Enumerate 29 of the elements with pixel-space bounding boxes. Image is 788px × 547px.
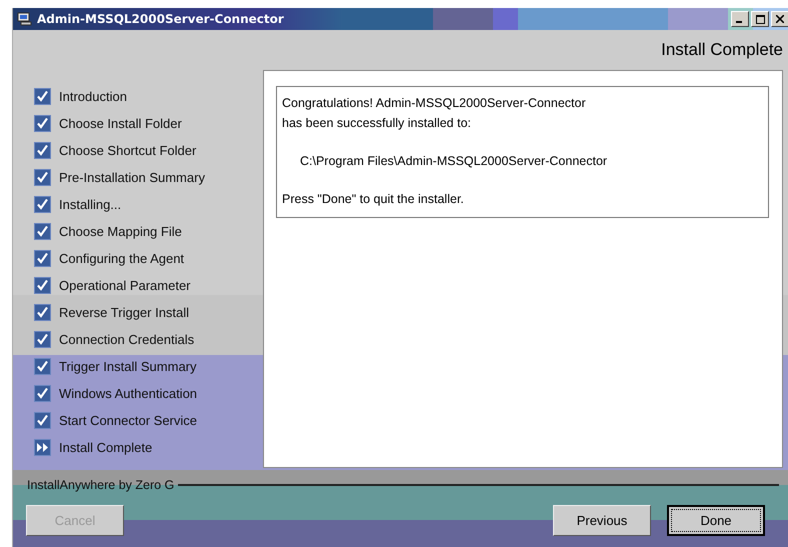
step-label: Connection Credentials (59, 332, 194, 347)
page-title: Install Complete (661, 40, 783, 60)
step-label: Operational Parameter (59, 278, 191, 293)
step-label: Introduction (59, 89, 127, 104)
step-label: Pre-Installation Summary (59, 170, 205, 185)
close-icon (776, 15, 784, 23)
message-text: Press "Done" to quit the installer. (282, 191, 465, 208)
maximize-icon (756, 14, 764, 24)
step-label: Trigger Install Summary (59, 359, 196, 374)
close-button[interactable] (771, 11, 788, 27)
step-label: Choose Mapping File (59, 224, 182, 239)
window-title: Admin-MSSQL2000Server-Connector (37, 12, 285, 26)
minimize-button[interactable] (731, 11, 749, 27)
step-label: Start Connector Service (59, 413, 198, 428)
step-label: Install Complete (59, 440, 152, 455)
wizard-button[interactable]: Previous (553, 505, 651, 536)
computer-icon (17, 12, 33, 26)
step-label: Choose Shortcut Folder (59, 143, 196, 158)
step-label: Installing... (59, 197, 122, 212)
step-label: Choose Install Folder (59, 116, 182, 131)
wizard-button[interactable]: Done (667, 505, 765, 536)
vendor-label: InstallAnywhere by Zero G (27, 478, 174, 492)
message-text: has been successfully installed to: (282, 115, 472, 132)
step-label: Windows Authentication (59, 386, 198, 401)
step-label: Configuring the Agent (59, 251, 184, 266)
step-label: Reverse Trigger Install (59, 305, 190, 320)
message-text: C:\Program Files\Admin-MSSQL2000Server-Connector (299, 153, 608, 170)
message-text: Congratulations! Admin-MSSQL2000Server-Connector (282, 95, 587, 112)
maximize-button[interactable] (751, 11, 769, 27)
